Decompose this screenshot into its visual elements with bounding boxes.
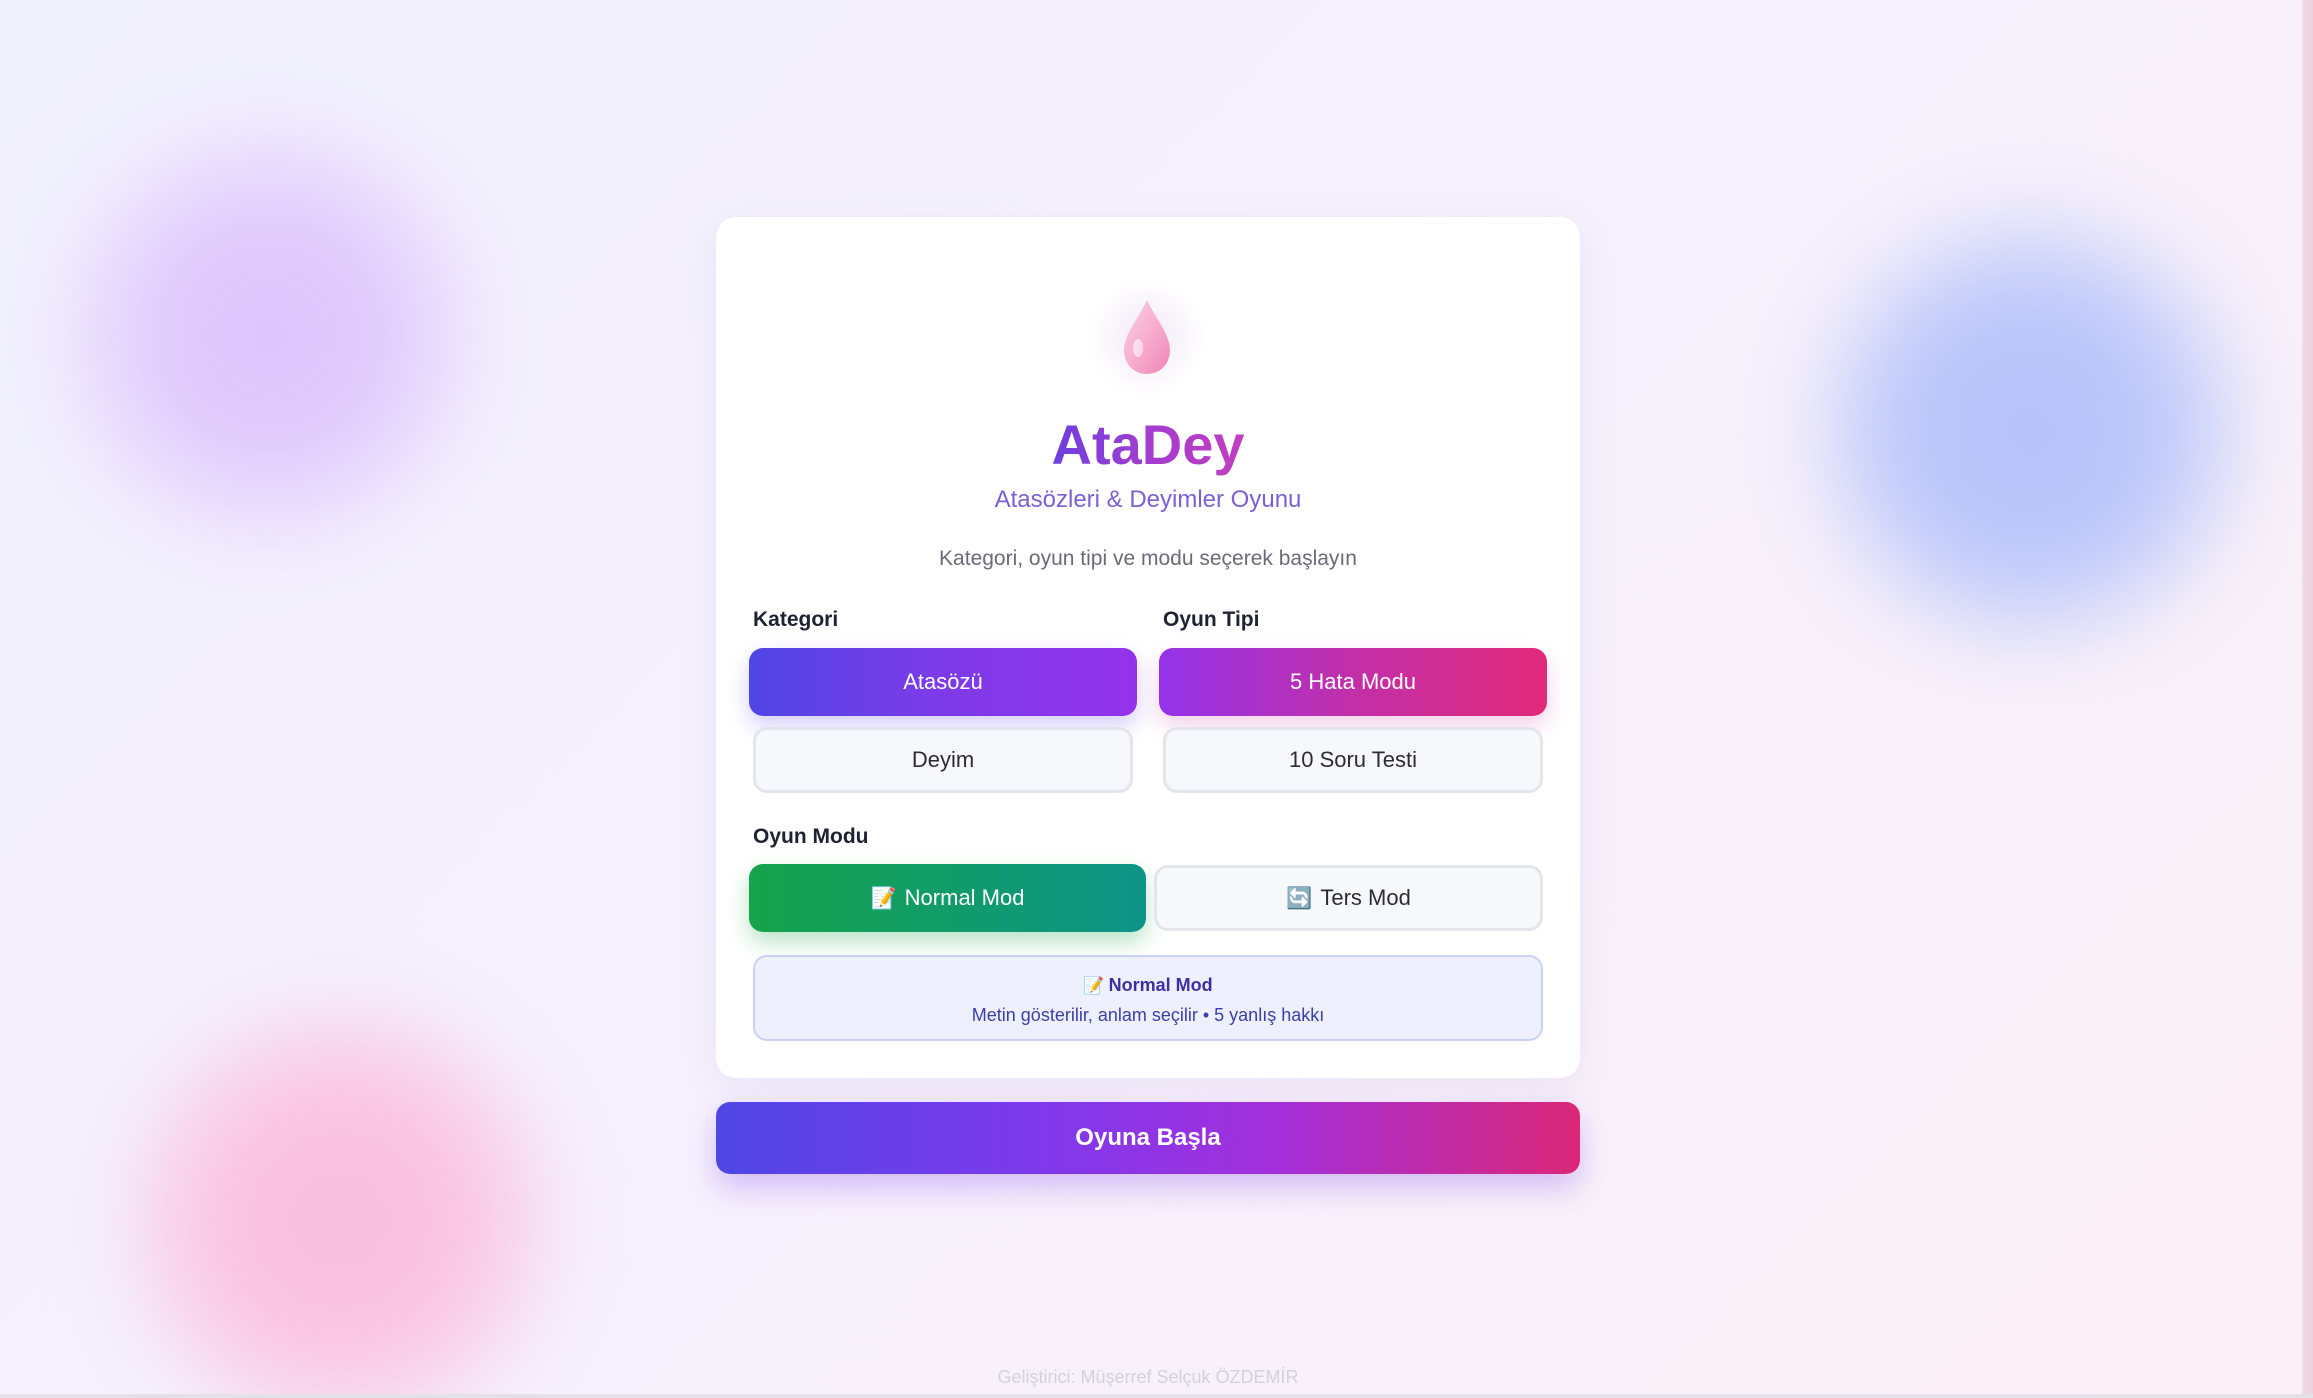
mode-info-description: Metin gösterilir, anlam seçilir • 5 yanl… [971,1005,1325,1025]
mode-info-box: 📝 Normal Mod Metin gösterilir, anlam seçi… [753,955,1543,1041]
game-mode-option-ters[interactable]: 🔄 Ters Mod [1154,865,1543,931]
window-right-edge [2302,0,2313,1398]
start-game-label: Oyuna Başla [1075,1124,1221,1151]
developer-credit: Geliştirici: Müşerref Selçuk ÖZDEMİR [997,1367,1299,1387]
logo [1087,278,1207,398]
game-type-label: Oyun Tipi [1163,608,1260,631]
category-option-deyim[interactable]: Deyim [753,727,1133,793]
game-type-option-10-soru[interactable]: 10 Soru Testi [1163,727,1543,793]
background-blob-pink [110,990,570,1398]
game-type-option-label: 10 Soru Testi [1288,747,1417,772]
category-option-atasozu[interactable]: Atasözü [749,648,1137,716]
background-blob-purple [50,115,490,555]
game-mode-label: Oyun Modu [753,825,869,848]
category-option-label: Atasözü [903,669,983,694]
droplet-icon [1124,300,1170,374]
game-type-option-label: 5 Hata Modu [1290,669,1416,694]
app-title: AtaDey [1051,413,1245,476]
memo-icon: 📝 [870,885,897,910]
app-subtitle: Atasözleri & Deyimler Oyunu [994,486,1302,513]
mode-info-title: 📝 Normal Mod [755,972,1541,999]
game-mode-option-label: Normal Mod [904,885,1025,910]
mode-info-title-text: Normal Mod [1108,975,1213,995]
background-blob-blue [1800,200,2260,660]
start-game-button[interactable]: Oyuna Başla [716,1102,1580,1174]
memo-icon: 📝 [1083,976,1105,996]
game-mode-option-normal[interactable]: 📝 Normal Mod [749,864,1146,932]
window-bottom-edge [0,1394,2313,1398]
refresh-icon: 🔄 [1286,885,1313,910]
game-type-option-5-hata[interactable]: 5 Hata Modu [1159,648,1547,716]
category-label: Kategori [753,608,839,631]
category-option-label: Deyim [911,747,975,772]
game-mode-option-label: Ters Mod [1320,885,1411,910]
instruction-text: Kategori, oyun tipi ve modu seçerek başl… [939,547,1357,570]
